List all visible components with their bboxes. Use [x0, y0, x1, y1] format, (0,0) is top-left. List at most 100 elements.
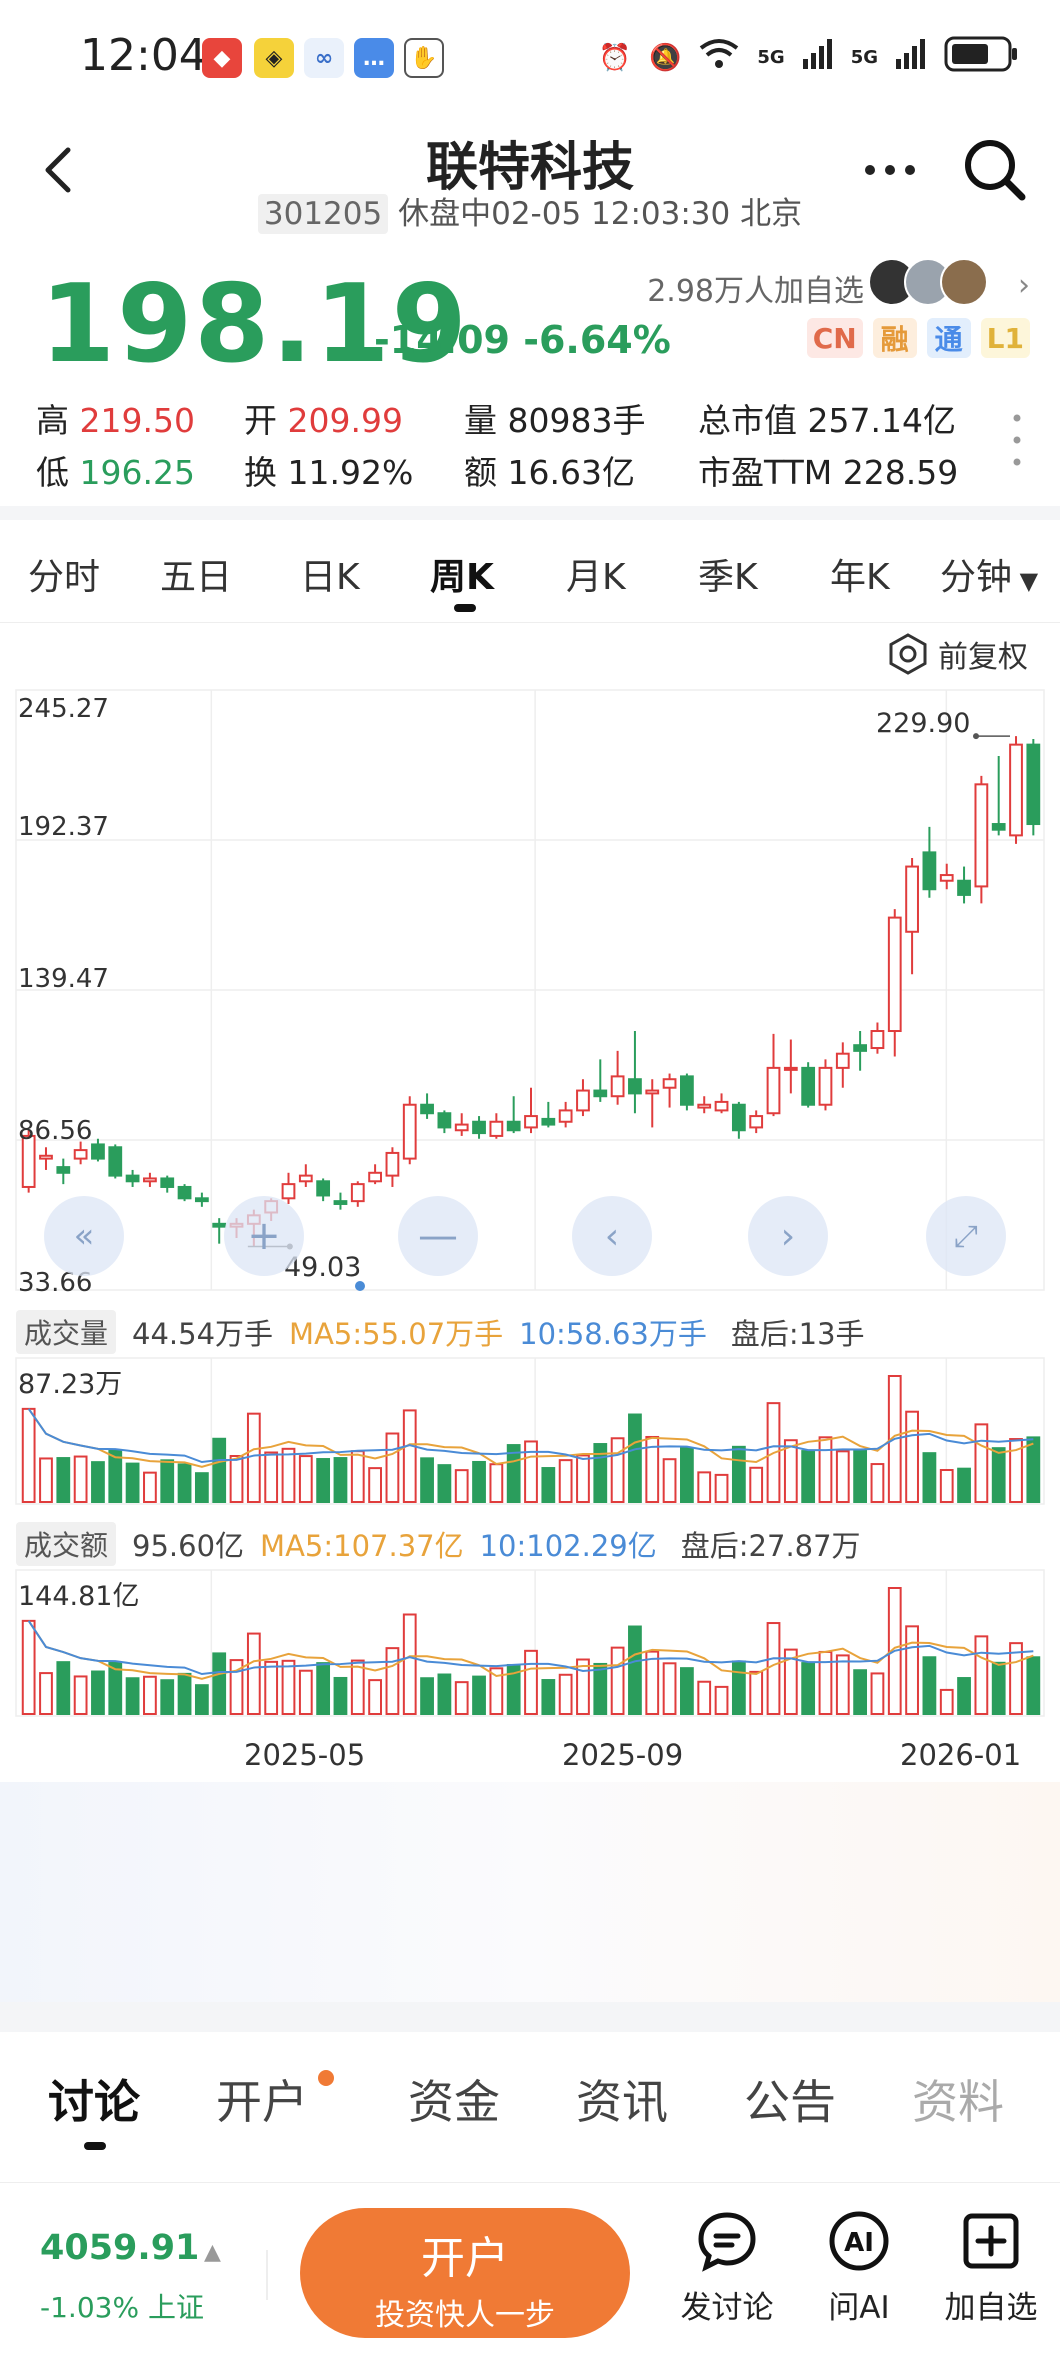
- candle-body: [402, 1103, 417, 1160]
- candle-body: [731, 1103, 746, 1132]
- zoom-out-button[interactable]: —: [398, 1196, 478, 1276]
- tab-5day[interactable]: 五日: [160, 548, 232, 600]
- candle-body: [905, 865, 919, 933]
- tab-daily[interactable]: 日K: [300, 548, 360, 600]
- chevron-right-icon[interactable]: ›: [1018, 268, 1030, 303]
- search-icon[interactable]: [960, 135, 1030, 205]
- candle-body: [835, 1052, 850, 1069]
- volume-bar-up: [264, 1451, 279, 1503]
- volume-bar-down: [108, 1449, 123, 1504]
- candle-body: [333, 1200, 348, 1205]
- fullscreen-icon[interactable]: ⤢: [926, 1196, 1006, 1276]
- price-axis-label: 139.47: [18, 964, 109, 994]
- amount-ma5: MA5:107.37亿: [260, 1529, 464, 1563]
- app-notification-icon: ◈: [254, 38, 294, 78]
- add-icon: [960, 2210, 1022, 2272]
- open-account-button[interactable]: 开户 投资快人一步: [300, 2208, 630, 2338]
- volume-bar-up: [489, 1463, 504, 1503]
- scroll-left-button[interactable]: ‹: [572, 1196, 652, 1276]
- price-axis-label: 245.27: [18, 694, 109, 724]
- tab-quarterly[interactable]: 季K: [698, 548, 758, 600]
- volume-bar-down: [420, 1457, 434, 1504]
- avatar: [940, 258, 988, 306]
- candle-body: [350, 1183, 365, 1203]
- tag-margin: 融: [872, 318, 917, 358]
- volume-bar-up: [714, 1473, 729, 1503]
- tabs-divider: [0, 2182, 1060, 2183]
- index-value[interactable]: 4059.91: [40, 2228, 199, 2268]
- tab-news[interactable]: 资讯: [576, 2066, 668, 2132]
- amount-legend: 成交额 95.60亿 MA5:107.37亿 10:102.29亿 盘后:27.…: [16, 1522, 861, 1566]
- follower-avatars[interactable]: [868, 258, 988, 306]
- volume-bar-up: [974, 1635, 989, 1715]
- open-account-subtitle: 投资快人一步: [375, 2298, 555, 2333]
- amount-tag[interactable]: 成交额: [16, 1522, 117, 1566]
- tab-yearly[interactable]: 年K: [830, 548, 890, 600]
- tab-monthly[interactable]: 月K: [566, 548, 626, 600]
- volume-bar-up: [143, 1675, 157, 1715]
- stat-turnover: 换 11.92%: [244, 453, 414, 492]
- candle-body: [1009, 743, 1023, 837]
- volume-bar-up: [939, 1688, 954, 1715]
- volume-bar-up: [783, 1439, 798, 1503]
- signal-icon: [896, 39, 926, 76]
- followers-count[interactable]: 2.98万人加自选: [647, 266, 864, 310]
- stat-pe: 市盈TTM 228.59: [698, 453, 959, 492]
- volume-bar-up: [73, 1455, 88, 1503]
- add-watchlist-label: 加自选: [944, 2290, 1038, 2326]
- ask-ai-button[interactable]: AI 问AI: [804, 2210, 914, 2327]
- volume-tag[interactable]: 成交量: [16, 1310, 117, 1354]
- dropdown-icon: ▼: [1012, 567, 1039, 595]
- status-icons: ⏰ 🔕 5G 5G: [599, 36, 1020, 79]
- amount-after-hours: 盘后:27.87万: [680, 1529, 861, 1563]
- promo-banner[interactable]: [0, 1782, 1060, 2002]
- volume-bar-up: [749, 1670, 764, 1716]
- tab-minute[interactable]: 分钟 ▼: [940, 548, 1038, 600]
- candle-body: [472, 1120, 486, 1135]
- scroll-start-button[interactable]: «: [44, 1196, 124, 1276]
- candle-body: [160, 1177, 175, 1188]
- candle-body: [610, 1075, 625, 1098]
- volume-bar-up: [39, 1672, 53, 1715]
- tab-profile[interactable]: 资料: [912, 2066, 1004, 2132]
- tab-open-account[interactable]: 开户: [216, 2066, 308, 2132]
- post-discussion-button[interactable]: 发讨论: [672, 2210, 782, 2327]
- candle-body: [870, 1030, 885, 1050]
- amount-value: 95.60亿: [132, 1529, 245, 1563]
- more-icon[interactable]: [860, 150, 920, 190]
- volume-bar-up: [870, 1672, 885, 1715]
- volume-legend: 成交量 44.54万手 MA5:55.07万手 10:58.63万手 盘后:13…: [16, 1310, 865, 1354]
- amount-chart[interactable]: [0, 1568, 1060, 1722]
- candlestick-chart[interactable]: [0, 680, 1060, 1300]
- candle-body: [887, 916, 902, 1033]
- candle-body: [489, 1120, 504, 1137]
- volume-bar-up: [39, 1457, 53, 1503]
- stat-open: 开 209.99: [244, 401, 403, 440]
- candle-body: [593, 1089, 608, 1098]
- candle-body: [922, 851, 937, 891]
- tab-capital[interactable]: 资金: [408, 2066, 500, 2132]
- expand-stats-icon[interactable]: [1012, 410, 1022, 474]
- volume-bar-down: [922, 1452, 937, 1504]
- tab-weekly[interactable]: 周K: [430, 548, 494, 600]
- volume-bar-down: [160, 1679, 175, 1715]
- tab-intraday[interactable]: 分时: [28, 548, 100, 600]
- volume-bar-up: [558, 1459, 573, 1503]
- ai-icon: AI: [828, 2210, 890, 2272]
- scroll-right-button[interactable]: ›: [748, 1196, 828, 1276]
- candle-body: [974, 783, 989, 888]
- add-watchlist-button[interactable]: 加自选: [936, 2210, 1046, 2327]
- tab-discussion[interactable]: 讨论: [48, 2066, 140, 2132]
- adjust-toggle[interactable]: 前复权: [886, 632, 1028, 676]
- section-divider: [0, 2002, 1060, 2032]
- candle-body: [576, 1089, 590, 1112]
- volume-chart[interactable]: [0, 1356, 1060, 1510]
- post-discussion-label: 发讨论: [680, 2290, 774, 2326]
- zoom-in-button[interactable]: +: [224, 1196, 304, 1276]
- stock-tags: CN 融 通 L1: [806, 318, 1030, 358]
- tag-cn: CN: [806, 318, 863, 358]
- volume-bar-up: [749, 1466, 764, 1504]
- tab-announcements[interactable]: 公告: [744, 2066, 836, 2132]
- stock-subtitle: 301205 休盘中02-05 12:03:30 北京: [0, 188, 1060, 234]
- index-change[interactable]: -1.03% 上证: [40, 2286, 204, 2326]
